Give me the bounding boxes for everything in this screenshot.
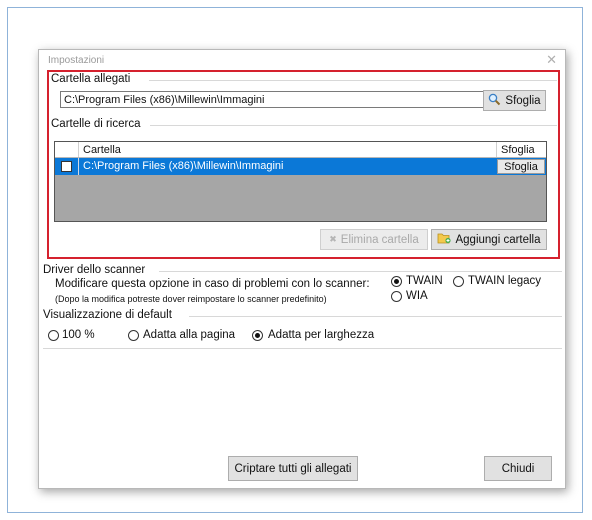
- scanner-note: (Dopo la modifica potreste dover reimpos…: [55, 294, 327, 304]
- fit-width-radio[interactable]: [252, 330, 263, 341]
- attachments-group-label: Cartella allegati: [51, 73, 131, 85]
- attachments-browse-button[interactable]: Sfoglia: [483, 90, 546, 111]
- column-header-browse[interactable]: Sfoglia: [501, 144, 535, 156]
- view-group-label: Visualizzazione di default: [43, 309, 172, 321]
- zoom-100-label[interactable]: 100 %: [62, 329, 95, 341]
- zoom-100-radio[interactable]: [48, 330, 59, 341]
- delete-folder-label: Elimina cartella: [340, 233, 419, 246]
- delete-folder-button[interactable]: ✖ Elimina cartella: [320, 229, 428, 250]
- row-divider: [78, 158, 79, 175]
- scanner-description: Modificare questa opzione in caso di pro…: [55, 278, 370, 290]
- attachments-group-line: [149, 80, 557, 81]
- settings-dialog: Impostazioni ✕ Cartella allegati C:\Prog…: [38, 49, 566, 489]
- twain-label[interactable]: TWAIN: [406, 275, 443, 287]
- twain-legacy-radio[interactable]: [453, 276, 464, 287]
- search-icon: [488, 93, 501, 109]
- fit-page-radio[interactable]: [128, 330, 139, 341]
- row-browse-button[interactable]: Sfoglia: [497, 159, 545, 174]
- attachments-path-input[interactable]: C:\Program Files (x86)\Millewin\Immagini: [60, 91, 492, 108]
- header-divider: [78, 142, 79, 157]
- search-folders-group-label: Cartelle di ricerca: [51, 118, 141, 130]
- add-folder-icon: [437, 232, 452, 247]
- view-group-line: [189, 316, 562, 317]
- encrypt-attachments-button[interactable]: Criptare tutti gli allegati: [228, 456, 358, 481]
- title-bar: Impostazioni ✕: [39, 50, 565, 70]
- twain-radio[interactable]: [391, 276, 402, 287]
- twain-legacy-label[interactable]: TWAIN legacy: [468, 275, 541, 287]
- grid-header: Cartella Sfoglia: [55, 142, 546, 158]
- dialog-title: Impostazioni: [48, 55, 105, 66]
- search-folders-group-line: [150, 125, 557, 126]
- wia-radio[interactable]: [391, 291, 402, 302]
- fit-width-label[interactable]: Adatta per larghezza: [268, 329, 374, 341]
- column-header-folder[interactable]: Cartella: [83, 144, 121, 156]
- header-divider: [496, 142, 497, 157]
- close-button[interactable]: Chiudi: [484, 456, 552, 481]
- close-icon[interactable]: ✕: [546, 52, 557, 68]
- wia-label[interactable]: WIA: [406, 290, 428, 302]
- table-row[interactable]: C:\Program Files (x86)\Millewin\Immagini…: [55, 158, 546, 175]
- scanner-group-label: Driver dello scanner: [43, 264, 146, 276]
- attachments-browse-label: Sfoglia: [505, 94, 541, 107]
- add-folder-button[interactable]: Aggiungi cartella: [431, 229, 547, 250]
- scanner-group-line: [159, 271, 562, 272]
- view-bottom-line: [43, 348, 562, 349]
- folders-grid: Cartella Sfoglia C:\Program Files (x86)\…: [54, 141, 547, 222]
- row-path: C:\Program Files (x86)\Millewin\Immagini: [83, 160, 284, 172]
- delete-icon: ✖: [329, 234, 337, 244]
- add-folder-label: Aggiungi cartella: [455, 233, 541, 246]
- fit-page-label[interactable]: Adatta alla pagina: [143, 329, 235, 341]
- row-checkbox[interactable]: [61, 161, 72, 172]
